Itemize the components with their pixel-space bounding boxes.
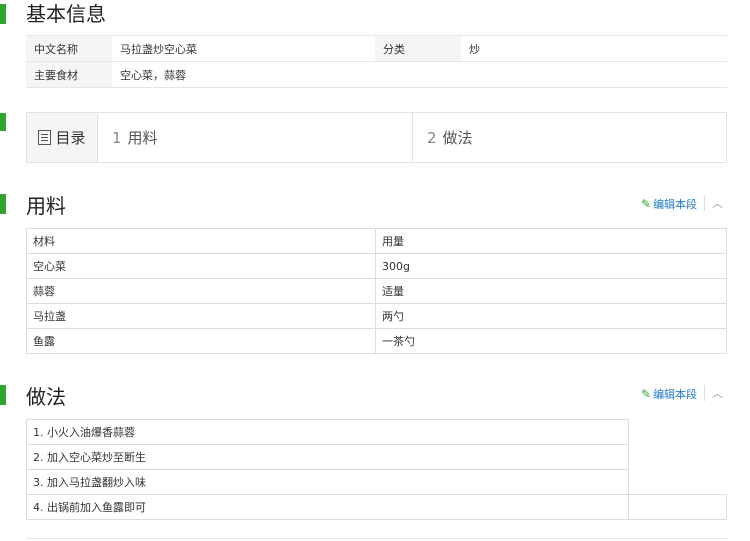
toc-item-number: 1 bbox=[112, 128, 122, 147]
step-empty-cell bbox=[628, 469, 727, 495]
table-row: 1. 小火入油爆香蒜蓉 bbox=[26, 419, 727, 445]
basic-info-empty-cell bbox=[375, 61, 461, 88]
basic-info-value: 空心菜，蒜蓉 bbox=[112, 61, 375, 88]
toc-item-method[interactable]: 2 做法 bbox=[413, 113, 726, 162]
ingredient-amount: 两勺 bbox=[375, 303, 727, 329]
toc-item-number: 2 bbox=[427, 128, 437, 147]
step-item: 1. 小火入油爆香蒜蓉 bbox=[26, 419, 629, 445]
basic-info-key: 中文名称 bbox=[26, 35, 112, 62]
section-title-steps: 做法 bbox=[26, 385, 66, 409]
step-empty-cell bbox=[628, 444, 727, 470]
table-row: 空心菜 300g bbox=[26, 253, 727, 279]
ingredient-name: 蒜蓉 bbox=[26, 278, 376, 304]
column-header: 材料 bbox=[26, 228, 376, 254]
section-marker-basic bbox=[0, 4, 6, 24]
toc-header: 目录 bbox=[27, 113, 98, 162]
table-row: 中文名称 马拉盏炒空心菜 分类 炒 bbox=[26, 35, 727, 62]
pencil-icon: ✎ bbox=[641, 197, 652, 211]
basic-info-table: 中文名称 马拉盏炒空心菜 分类 炒 主要食材 空心菜，蒜蓉 bbox=[26, 35, 727, 88]
toc-item-label: 做法 bbox=[442, 129, 473, 147]
divider bbox=[26, 538, 727, 539]
section-title-ingredients: 用料 bbox=[26, 194, 66, 218]
table-row: 2. 加入空心菜炒至断生 bbox=[26, 444, 727, 470]
table-row: 主要食材 空心菜，蒜蓉 bbox=[26, 61, 727, 88]
basic-info-value: 炒 bbox=[461, 35, 727, 62]
basic-info-key: 分类 bbox=[375, 35, 461, 62]
divider bbox=[704, 385, 705, 401]
table-row: 3. 加入马拉盏翻炒入味 bbox=[26, 469, 727, 495]
table-of-contents: 目录 1 用料 2 做法 bbox=[26, 112, 727, 163]
column-header: 用量 bbox=[375, 228, 727, 254]
basic-info-empty-cell bbox=[461, 61, 727, 88]
section-marker-ingredients bbox=[0, 194, 6, 214]
section-title-basic-info: 基本信息 bbox=[26, 2, 106, 26]
table-header-row: 材料 用量 bbox=[26, 228, 727, 254]
basic-info-value: 马拉盏炒空心菜 bbox=[112, 35, 375, 62]
edit-section-button[interactable]: ✎ 编辑本段 bbox=[641, 386, 697, 402]
step-empty-cell bbox=[628, 494, 727, 520]
chevron-up-icon[interactable]: ︿ bbox=[712, 385, 723, 401]
table-row: 4. 出锅前加入鱼露即可 bbox=[26, 494, 727, 520]
divider bbox=[704, 195, 705, 211]
steps-table: 1. 小火入油爆香蒜蓉 2. 加入空心菜炒至断生 3. 加入马拉盏翻炒入味 4.… bbox=[26, 419, 727, 520]
step-item: 2. 加入空心菜炒至断生 bbox=[26, 444, 629, 470]
ingredient-name: 鱼露 bbox=[26, 328, 376, 354]
pencil-icon: ✎ bbox=[641, 387, 652, 401]
toc-header-label: 目录 bbox=[55, 129, 86, 147]
ingredient-amount: 适量 bbox=[375, 278, 727, 304]
toc-item-ingredients[interactable]: 1 用料 bbox=[98, 113, 413, 162]
chevron-up-icon[interactable]: ︿ bbox=[712, 195, 723, 211]
edit-section-label: 编辑本段 bbox=[653, 388, 698, 401]
step-empty-cell bbox=[628, 419, 727, 445]
table-row: 马拉盏 两勺 bbox=[26, 303, 727, 329]
ingredient-amount: 300g bbox=[375, 253, 727, 279]
table-row: 鱼露 一茶勺 bbox=[26, 328, 727, 354]
ingredients-table: 材料 用量 空心菜 300g 蒜蓉 适量 马拉盏 两勺 鱼露 一茶勺 bbox=[26, 228, 727, 354]
list-icon bbox=[38, 130, 52, 145]
table-row: 蒜蓉 适量 bbox=[26, 278, 727, 304]
ingredient-amount: 一茶勺 bbox=[375, 328, 727, 354]
edit-section-button[interactable]: ✎ 编辑本段 bbox=[641, 196, 697, 212]
edit-section-label: 编辑本段 bbox=[653, 198, 698, 211]
step-item: 3. 加入马拉盏翻炒入味 bbox=[26, 469, 629, 495]
step-item: 4. 出锅前加入鱼露即可 bbox=[26, 494, 629, 520]
basic-info-key: 主要食材 bbox=[26, 61, 112, 88]
section-marker-steps bbox=[0, 385, 6, 405]
ingredient-name: 空心菜 bbox=[26, 253, 376, 279]
section-marker-toc bbox=[0, 113, 6, 131]
ingredient-name: 马拉盏 bbox=[26, 303, 376, 329]
toc-item-label: 用料 bbox=[127, 129, 158, 147]
